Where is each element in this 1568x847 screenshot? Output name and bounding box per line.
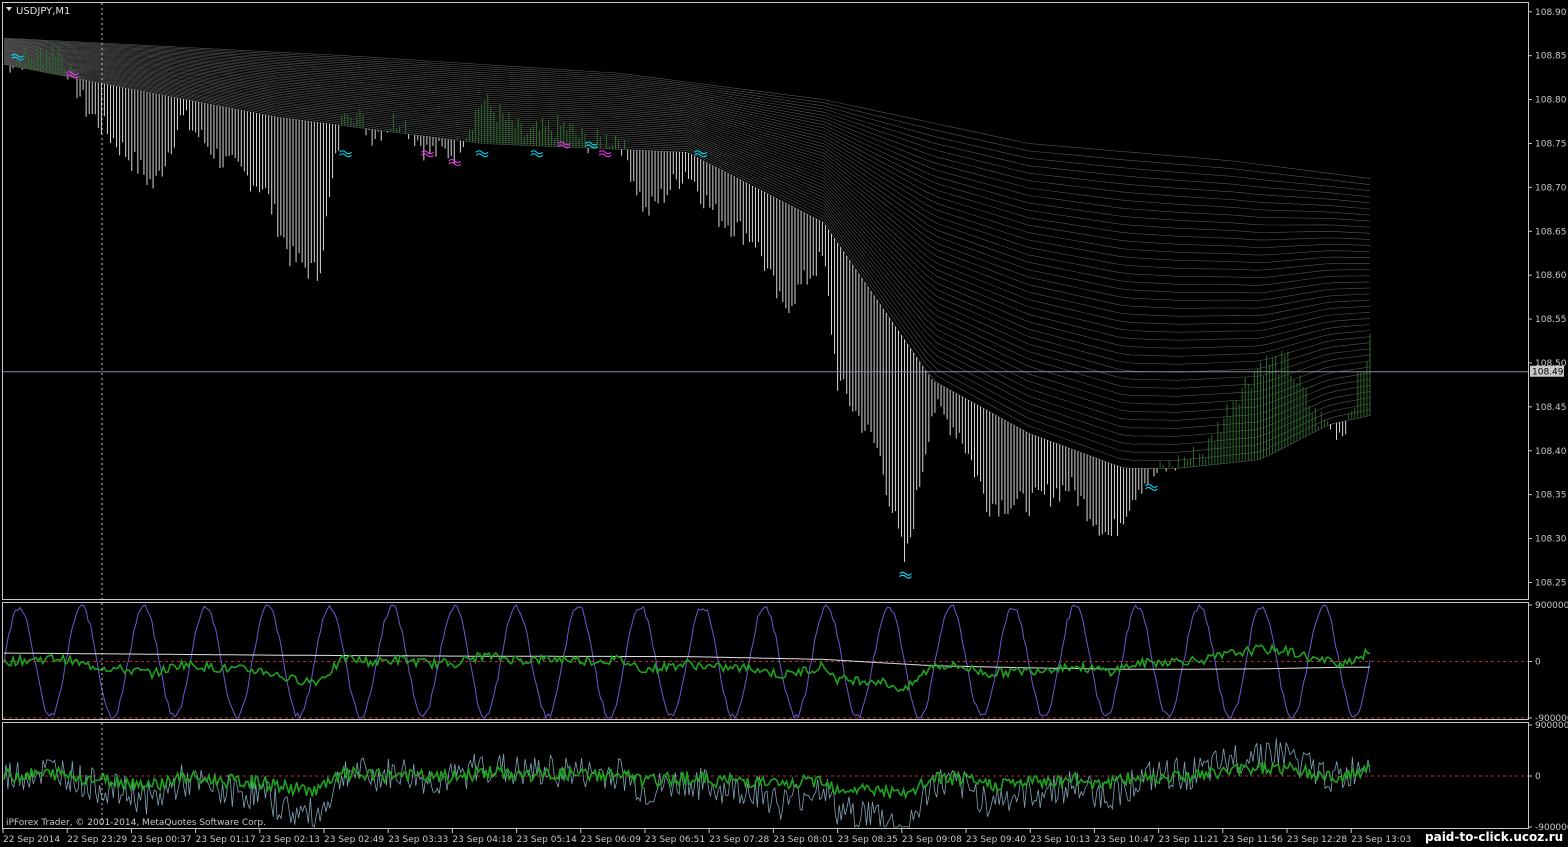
time-tick-label: 23 Sep 08:01 bbox=[773, 835, 833, 845]
time-tick-label: 23 Sep 02:49 bbox=[324, 835, 384, 845]
time-tick-label: 23 Sep 03:33 bbox=[388, 835, 448, 845]
time-tick-label: 23 Sep 09:40 bbox=[966, 835, 1026, 845]
time-tick-label: 23 Sep 07:28 bbox=[709, 835, 769, 845]
chart-title-group[interactable]: USDJPY,M1 bbox=[6, 6, 70, 17]
time-tick-label: 23 Sep 01:17 bbox=[196, 835, 256, 845]
time-tick-label: 23 Sep 12:28 bbox=[1287, 835, 1347, 845]
time-tick-label: 23 Sep 13:03 bbox=[1351, 835, 1411, 845]
time-tick-label: 22 Sep 2014 bbox=[3, 835, 60, 845]
chart-title: USDJPY,M1 bbox=[16, 6, 70, 17]
price-tick-label: 108.25 bbox=[1535, 578, 1567, 588]
time-tick-label: 23 Sep 02:13 bbox=[260, 835, 320, 845]
time-tick-label: 23 Sep 10:47 bbox=[1094, 835, 1154, 845]
price-tick-label: 108.90 bbox=[1535, 8, 1567, 18]
current-price-tag: 108.49 bbox=[1530, 365, 1564, 378]
current-price-label: 108.49 bbox=[1532, 368, 1564, 378]
osc2-tick-label: 9000000 bbox=[1535, 721, 1568, 731]
price-tick-label: 108.40 bbox=[1535, 447, 1567, 457]
time-tick-label: 22 Sep 23:29 bbox=[67, 835, 127, 845]
price-tick-label: 108.75 bbox=[1535, 139, 1567, 149]
time-tick-label: 23 Sep 04:18 bbox=[452, 835, 512, 845]
chart-window[interactable]: 90000000-9000000 90000000-9000000 108.90… bbox=[0, 0, 1568, 847]
osc1-tick-label: 0 bbox=[1535, 658, 1541, 668]
copyright-text: iPForex Trader, © 2001-2014, MetaQuotes … bbox=[6, 818, 266, 828]
price-tick-label: 108.55 bbox=[1535, 315, 1567, 325]
osc1-tick-label: 9000000 bbox=[1535, 601, 1568, 611]
price-tick-label: 108.35 bbox=[1535, 491, 1567, 501]
price-tick-label: 108.80 bbox=[1535, 96, 1567, 106]
time-tick-label: 23 Sep 06:09 bbox=[581, 835, 641, 845]
osc2-tick-label: 0 bbox=[1535, 772, 1541, 782]
price-tick-label: 108.45 bbox=[1535, 403, 1567, 413]
time-tick-label: 23 Sep 05:14 bbox=[517, 835, 577, 845]
price-tick-label: 108.70 bbox=[1535, 183, 1567, 193]
price-tick-label: 108.65 bbox=[1535, 227, 1567, 237]
time-tick-label: 23 Sep 09:08 bbox=[902, 835, 962, 845]
time-tick-label: 23 Sep 11:21 bbox=[1159, 835, 1219, 845]
time-tick-label: 23 Sep 00:37 bbox=[131, 835, 191, 845]
time-tick-label: 23 Sep 06:51 bbox=[645, 835, 705, 845]
price-tick-label: 108.85 bbox=[1535, 52, 1567, 62]
price-tick-label: 108.60 bbox=[1535, 271, 1567, 281]
time-tick-label: 23 Sep 08:35 bbox=[838, 835, 898, 845]
watermark-text: paid-to-click.ucoz.ru bbox=[1425, 830, 1563, 844]
time-tick-label: 23 Sep 10:13 bbox=[1030, 835, 1090, 845]
time-tick-label: 23 Sep 11:56 bbox=[1223, 835, 1283, 845]
price-tick-label: 108.30 bbox=[1535, 535, 1567, 545]
